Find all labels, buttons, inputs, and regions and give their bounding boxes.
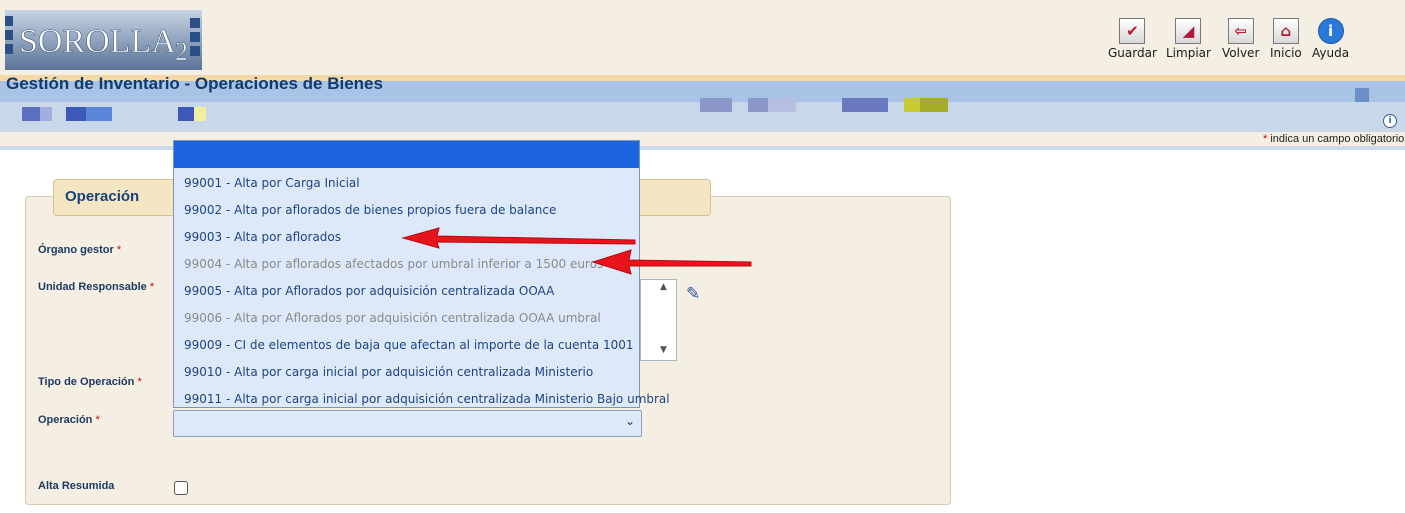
dropdown-option-disabled: 99004 - Alta por aflorados afectados por…	[184, 257, 604, 271]
nav-block	[700, 98, 732, 112]
page-info-icon[interactable]: i	[1383, 114, 1397, 128]
save-icon: ✔	[1119, 18, 1146, 44]
sorolla-logo: SOROLLA 2	[5, 10, 202, 70]
nav-block	[66, 107, 86, 121]
dropdown-option[interactable]: 99011 - Alta por carga inicial por adqui…	[184, 392, 670, 406]
clear-label: Limpiar	[1166, 46, 1211, 60]
help-label: Ayuda	[1312, 46, 1350, 60]
nav-block	[768, 98, 796, 112]
nav-block	[842, 98, 888, 112]
unidad-responsable-textarea[interactable]	[640, 279, 677, 361]
operacion-select[interactable]: ⌄	[173, 410, 642, 437]
scroll-down-icon[interactable]: ▼	[660, 345, 667, 355]
back-label: Volver	[1222, 46, 1260, 60]
help-button[interactable]: i Ayuda	[1312, 18, 1349, 60]
unidad-responsable-label: Unidad Responsable *	[38, 281, 155, 293]
save-button[interactable]: ✔ Guardar	[1108, 18, 1157, 60]
dropdown-option-disabled: 99006 - Alta por Aflorados por adquisici…	[184, 311, 601, 325]
operacion-label: Operación *	[38, 414, 100, 426]
info-icon: i	[1317, 18, 1344, 44]
dropdown-option[interactable]: 99002 - Alta por aflorados de bienes pro…	[184, 203, 556, 217]
back-button[interactable]: ⇦ Volver	[1222, 18, 1259, 60]
tab-operacion: Operación	[65, 188, 140, 205]
annotation-arrow-icon	[591, 249, 752, 275]
organo-gestor-label: Órgano gestor *	[38, 244, 122, 256]
pencil-icon[interactable]: ✎	[686, 284, 700, 304]
nav-block	[86, 107, 112, 121]
clear-button[interactable]: ◢ Limpiar	[1166, 18, 1211, 60]
dropdown-option[interactable]: 99001 - Alta por Carga Inicial	[184, 176, 360, 190]
home-icon: ⌂	[1272, 18, 1299, 44]
scroll-up-icon[interactable]: ▲	[660, 282, 667, 292]
dropdown-option[interactable]: 99003 - Alta por aflorados	[184, 230, 341, 244]
nav-block	[920, 98, 948, 112]
nav-block	[22, 107, 40, 121]
back-arrow-icon: ⇦	[1227, 18, 1254, 44]
dropdown-option[interactable]: 99009 - CI de elementos de baja que afec…	[184, 338, 634, 352]
eraser-icon: ◢	[1175, 18, 1202, 44]
home-label: Inicio	[1270, 46, 1302, 60]
save-label: Guardar	[1108, 46, 1157, 60]
chevron-down-icon: ⌄	[624, 414, 635, 428]
svg-text:SOROLLA: SOROLLA	[19, 23, 176, 60]
alta-resumida-label: Alta Resumida	[38, 480, 115, 492]
svg-text:2: 2	[175, 37, 188, 66]
dropdown-selected-empty-option[interactable]	[174, 141, 639, 168]
home-button[interactable]: ⌂ Inicio	[1270, 18, 1302, 60]
nav-block	[40, 107, 52, 121]
tipo-operacion-label: Tipo de Operación *	[38, 376, 142, 388]
nav-block	[194, 107, 206, 121]
alta-resumida-checkbox[interactable]	[174, 481, 188, 495]
nav-block	[904, 98, 920, 112]
dropdown-option[interactable]: 99010 - Alta por carga inicial por adqui…	[184, 365, 593, 379]
operacion-dropdown-list: 99001 - Alta por Carga Inicial 99002 - A…	[173, 140, 670, 408]
nav-block	[748, 98, 768, 112]
nav-block	[178, 107, 194, 121]
required-note: * indica un campo obligatorio	[1263, 133, 1405, 145]
nav-block	[1355, 88, 1369, 102]
page-title: Gestión de Inventario - Operaciones de B…	[6, 74, 383, 93]
dropdown-option[interactable]: 99005 - Alta por Aflorados por adquisici…	[184, 284, 554, 298]
